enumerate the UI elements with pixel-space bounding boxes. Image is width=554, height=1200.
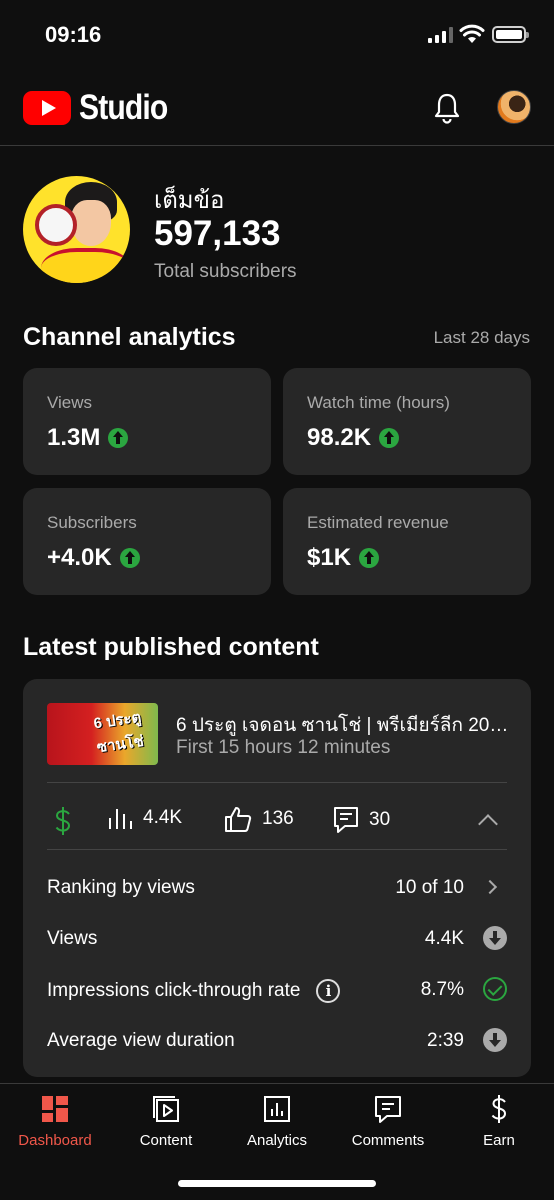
nav-dashboard[interactable]: Dashboard bbox=[0, 1094, 110, 1149]
metric-value: 10 of 10 bbox=[395, 877, 464, 898]
metric-label: Ranking by views bbox=[47, 877, 195, 898]
channel-summary: เต็มข้อ 597,133 Total subscribers bbox=[23, 176, 533, 284]
metric-value: 2:39 bbox=[427, 1030, 464, 1051]
metric-row-avg-duration: Average view duration 2:39 bbox=[47, 1026, 507, 1056]
divider bbox=[47, 849, 507, 850]
bar-chart-icon bbox=[109, 809, 132, 829]
info-icon[interactable]: i bbox=[316, 979, 341, 1003]
metric-value: 8.7% bbox=[420, 979, 464, 1000]
comments-stat[interactable]: 30 bbox=[333, 806, 390, 834]
subscriber-count: 597,133 bbox=[154, 214, 281, 253]
trend-up-icon bbox=[379, 428, 400, 448]
analytics-card-watch-time[interactable]: Watch time (hours) 98.2K bbox=[283, 368, 531, 475]
latest-content-title: Latest published content bbox=[23, 633, 319, 661]
card-label: Views bbox=[47, 393, 93, 412]
account-avatar[interactable] bbox=[497, 90, 531, 124]
date-range: Last 28 days bbox=[433, 328, 530, 347]
dollar-icon bbox=[491, 1095, 507, 1123]
arrow-down-icon bbox=[483, 926, 507, 950]
metric-label: Impressions click-through rate bbox=[47, 980, 301, 1001]
status-time: 09:16 bbox=[45, 22, 102, 47]
card-value: 98.2K bbox=[307, 424, 372, 451]
trend-up-icon bbox=[119, 548, 140, 568]
channel-analytics-title: Channel analytics bbox=[23, 323, 236, 351]
status-bar: 09:16 bbox=[0, 0, 554, 70]
latest-content-card: 6 ประตู ซานโช่ 6 ประตู เจดอน ซานโช่ | พร… bbox=[23, 679, 531, 1077]
metric-row-ranking[interactable]: Ranking by views 10 of 10 bbox=[47, 873, 507, 903]
trend-up-icon bbox=[108, 428, 129, 448]
nav-analytics[interactable]: Analytics bbox=[222, 1094, 332, 1149]
thumbnail-text: 6 ประตู ซานโช่ bbox=[92, 708, 145, 757]
dashboard-icon bbox=[42, 1096, 68, 1122]
video-thumbnail[interactable]: 6 ประตู ซานโช่ bbox=[47, 703, 158, 765]
likes-stat[interactable]: 136 bbox=[224, 806, 294, 832]
arrow-down-icon bbox=[483, 1028, 507, 1052]
thumbs-up-icon bbox=[225, 807, 252, 832]
nav-label: Analytics bbox=[246, 1132, 308, 1149]
wifi-icon bbox=[459, 24, 485, 43]
metric-label: Views bbox=[47, 928, 98, 949]
analytics-card-subscribers[interactable]: Subscribers +4.0K bbox=[23, 488, 271, 595]
card-value: $1K bbox=[307, 544, 352, 571]
nav-comments[interactable]: Comments bbox=[333, 1094, 443, 1149]
video-period: First 15 hours 12 minutes bbox=[176, 737, 391, 758]
metric-row-ctr: Impressions click-through rate i 8.7% bbox=[47, 975, 507, 1005]
likes-count: 136 bbox=[262, 808, 294, 829]
card-label: Subscribers bbox=[47, 513, 137, 532]
youtube-play-icon bbox=[23, 91, 71, 125]
channel-avatar bbox=[23, 176, 130, 283]
chevron-right-icon bbox=[482, 879, 498, 895]
logo-text: Studio bbox=[79, 88, 168, 127]
comments-count: 30 bbox=[369, 809, 391, 830]
metric-label: Average view duration bbox=[47, 1030, 235, 1051]
youtube-studio-logo[interactable]: Studio bbox=[23, 88, 182, 128]
nav-content[interactable]: Content bbox=[111, 1094, 221, 1149]
monetization-stat[interactable] bbox=[53, 806, 73, 836]
card-label: Watch time (hours) bbox=[307, 393, 450, 412]
card-label: Estimated revenue bbox=[307, 513, 449, 532]
video-title[interactable]: 6 ประตู เจดอน ซานโช่ | พรีเมียร์ลีก 2022… bbox=[176, 710, 509, 740]
dollar-icon bbox=[55, 807, 71, 835]
comment-icon bbox=[334, 807, 358, 833]
metric-value: 4.4K bbox=[424, 928, 464, 949]
nav-label: Content bbox=[139, 1132, 193, 1149]
home-indicator bbox=[178, 1180, 376, 1187]
content-icon bbox=[153, 1096, 179, 1122]
bell-icon[interactable] bbox=[432, 92, 462, 124]
comment-icon bbox=[375, 1096, 401, 1123]
analytics-card-views[interactable]: Views 1.3M bbox=[23, 368, 271, 475]
card-value: 1.3M bbox=[47, 424, 101, 451]
views-count: 4.4K bbox=[143, 807, 183, 828]
card-value: +4.0K bbox=[47, 544, 112, 571]
nav-earn[interactable]: Earn bbox=[444, 1094, 554, 1149]
video-stats-row: 4.4K 136 30 bbox=[23, 783, 531, 849]
app-header: Studio bbox=[0, 70, 554, 146]
analytics-card-revenue[interactable]: Estimated revenue $1K bbox=[283, 488, 531, 595]
nav-label: Comments bbox=[351, 1132, 425, 1149]
nav-label: Dashboard bbox=[18, 1132, 92, 1149]
check-circle-icon bbox=[483, 977, 507, 1001]
views-stat[interactable]: 4.4K bbox=[107, 806, 182, 830]
signal-icon bbox=[428, 27, 453, 43]
analytics-icon bbox=[264, 1096, 290, 1122]
nav-label: Earn bbox=[483, 1132, 515, 1149]
metric-row-views: Views 4.4K bbox=[47, 924, 507, 954]
battery-icon bbox=[492, 26, 529, 43]
chevron-up-icon[interactable] bbox=[478, 814, 498, 834]
subscriber-label: Total subscribers bbox=[154, 261, 297, 282]
trend-up-icon bbox=[359, 548, 380, 568]
